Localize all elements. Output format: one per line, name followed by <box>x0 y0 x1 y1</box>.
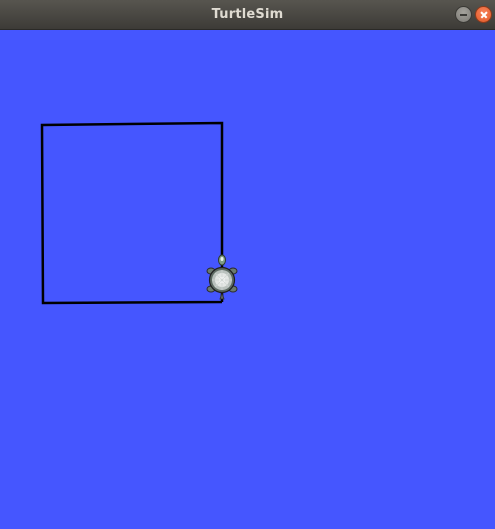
turtlesim-window: TurtleSim <box>0 0 495 529</box>
close-button[interactable] <box>475 6 492 23</box>
title-bar[interactable]: TurtleSim <box>0 0 495 30</box>
pen-trail <box>40 121 224 305</box>
turtle-icon <box>206 254 238 300</box>
turtle-canvas <box>0 30 495 529</box>
canvas-drawing <box>40 121 238 305</box>
window-title: TurtleSim <box>211 7 284 22</box>
minimize-button[interactable] <box>455 6 472 23</box>
